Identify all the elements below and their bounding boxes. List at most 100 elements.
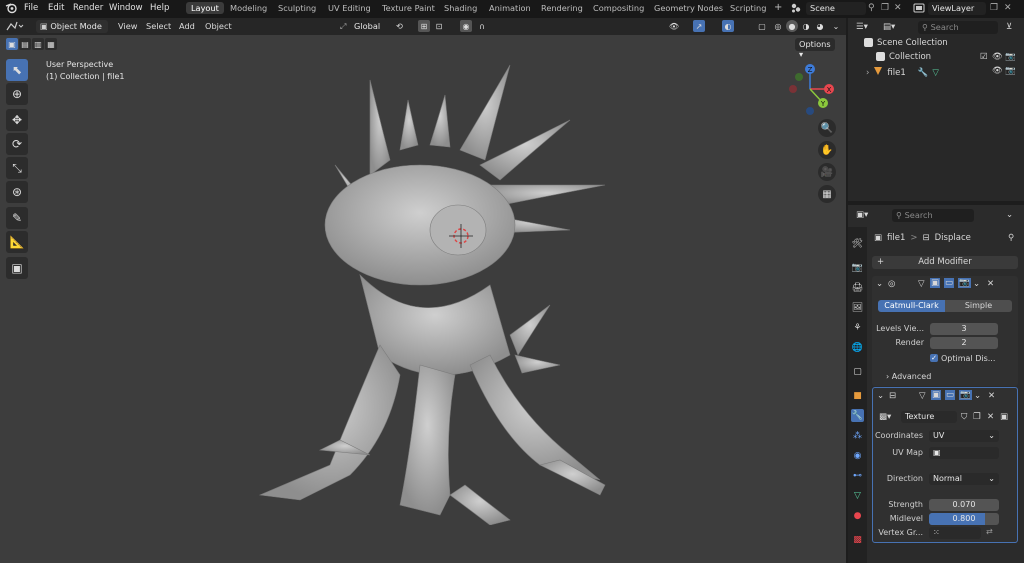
midlevel-slider[interactable]: 0.800 bbox=[929, 513, 999, 525]
add-workspace-button[interactable]: + bbox=[774, 2, 782, 13]
solid-shading-icon[interactable]: ● bbox=[786, 20, 798, 32]
tab-animation[interactable]: Animation bbox=[489, 3, 531, 13]
tab-uv-editing[interactable]: UV Editing bbox=[328, 3, 371, 13]
invert-vertex-group-icon[interactable]: ⇄ bbox=[986, 527, 993, 536]
cage-toggle-icon[interactable]: ▣ bbox=[931, 390, 942, 400]
copy-icon[interactable]: ❐ bbox=[881, 3, 889, 13]
collection-checkbox-icon[interactable]: ☑ bbox=[980, 52, 988, 62]
editmode-toggle-icon[interactable]: ▽ bbox=[918, 279, 925, 289]
properties-options-icon[interactable]: ⌄ bbox=[1006, 210, 1013, 220]
viewport-toggle-icon[interactable]: ▭ bbox=[945, 390, 956, 400]
output-tab-icon[interactable]: 🖨 bbox=[851, 281, 864, 294]
dropdown-icon[interactable]: ⌄ bbox=[974, 391, 981, 401]
constraints-tab-icon[interactable]: ⊷ bbox=[851, 469, 864, 482]
tab-texture-paint[interactable]: Texture Paint bbox=[382, 3, 435, 13]
collection-visibility-icon[interactable]: 👁 bbox=[992, 52, 1003, 62]
falloff-icon[interactable]: ∩ bbox=[476, 20, 488, 32]
render-toggle-icon[interactable]: 📷 bbox=[959, 390, 972, 400]
collection-tab-icon[interactable]: ▢ bbox=[851, 365, 864, 378]
object-tab-icon[interactable]: ■ bbox=[851, 389, 864, 402]
modifier-tab-icon[interactable]: 🔧 bbox=[851, 409, 864, 422]
collapse-chevron-icon[interactable]: ⌄ bbox=[876, 279, 883, 289]
physics-tab-icon[interactable]: ◉ bbox=[851, 449, 864, 462]
remove-modifier-icon[interactable]: ✕ bbox=[987, 279, 994, 289]
outliner-editor-icon[interactable]: ☰▾ bbox=[856, 22, 868, 32]
blender-logo-icon[interactable] bbox=[5, 2, 17, 17]
neg-x-axis-icon[interactable] bbox=[789, 85, 797, 93]
editmode-toggle-icon[interactable]: ▽ bbox=[919, 391, 926, 401]
shading-options-icon[interactable]: ⌄ bbox=[830, 20, 842, 32]
scene-selector[interactable]: Scene bbox=[806, 2, 866, 15]
tab-geometry-nodes[interactable]: Geometry Nodes bbox=[654, 3, 723, 13]
collection-render-icon[interactable]: 📷 bbox=[1005, 52, 1016, 62]
add-cube-tool-icon[interactable]: ▣ bbox=[6, 257, 28, 279]
tab-layout[interactable]: Layout bbox=[186, 2, 224, 14]
filter-icon[interactable]: ⊻ bbox=[1006, 22, 1012, 32]
gizmo-toggle-icon[interactable]: ↗ bbox=[693, 20, 705, 32]
move-tool-icon[interactable]: ✥ bbox=[6, 109, 28, 131]
add-modifier-button[interactable]: + Add Modifier bbox=[872, 256, 1018, 269]
texture-checker-icon[interactable]: ▩▾ bbox=[879, 412, 891, 422]
dropdown-icon[interactable]: ⌄ bbox=[973, 279, 980, 289]
viewport-toggle-icon[interactable]: ▭ bbox=[944, 278, 955, 288]
select-invert-icon[interactable]: ▦ bbox=[45, 38, 57, 50]
outliner-object-row[interactable]: › file1 🔧 ▽ bbox=[866, 66, 939, 79]
3d-viewport[interactable]: ▣ ▤ ▥ ▦ User Perspective (1) Collection … bbox=[0, 35, 846, 563]
neg-z-axis-icon[interactable] bbox=[806, 107, 814, 115]
proportional-edit-icon[interactable]: ◉ bbox=[460, 20, 472, 32]
fake-user-icon[interactable]: ⛉ bbox=[961, 412, 967, 422]
zoom-icon[interactable]: 🔍 bbox=[818, 119, 836, 137]
rotate-tool-icon[interactable]: ⟳ bbox=[6, 133, 28, 155]
filter-display-icon[interactable]: ▤▾ bbox=[883, 22, 895, 32]
tab-compositing[interactable]: Compositing bbox=[593, 3, 644, 13]
direction-dropdown[interactable]: Normal ⌄ bbox=[929, 473, 999, 485]
orientation-selector[interactable]: Global bbox=[350, 20, 390, 33]
select-new-icon[interactable]: ▣ bbox=[6, 38, 18, 50]
duplicate-texture-icon[interactable]: ❐ bbox=[973, 412, 981, 422]
navigation-gizmo[interactable]: Z X Y bbox=[785, 61, 835, 119]
select-box-tool-icon[interactable]: ⬉ bbox=[6, 59, 28, 81]
view-layer-icon[interactable] bbox=[913, 2, 925, 17]
add-menu[interactable]: Add bbox=[179, 21, 195, 31]
xray-icon[interactable]: ▢ bbox=[756, 20, 768, 32]
breadcrumb-object[interactable]: file1 bbox=[887, 233, 905, 243]
particles-tab-icon[interactable]: ⁂ bbox=[851, 429, 864, 442]
vertex-group-field[interactable]: ⁙ bbox=[929, 527, 981, 539]
scene-tab-icon[interactable]: ⚘ bbox=[851, 321, 864, 334]
tab-shading[interactable]: Shading bbox=[444, 3, 477, 13]
tool-tab-icon[interactable]: 🛠 bbox=[851, 237, 864, 250]
texture-selector[interactable]: Texture bbox=[901, 411, 957, 423]
mode-selector[interactable]: ▣ Object Mode bbox=[36, 20, 108, 33]
pan-hand-icon[interactable]: ✋ bbox=[818, 141, 836, 159]
menu-render[interactable]: Render bbox=[73, 3, 103, 13]
tab-sculpting[interactable]: Sculpting bbox=[278, 3, 316, 13]
strength-field[interactable]: 0.070 bbox=[929, 499, 999, 511]
view-menu[interactable]: View bbox=[118, 21, 137, 31]
editor-type-icon[interactable] bbox=[6, 20, 24, 34]
menu-help[interactable]: Help bbox=[150, 3, 169, 13]
view-layer-tab-icon[interactable]: 🖼 bbox=[851, 301, 864, 314]
object-menu[interactable]: Object bbox=[205, 21, 232, 31]
texture-browse-icon[interactable]: ▣ bbox=[1000, 412, 1008, 422]
tab-simple[interactable]: Simple bbox=[945, 300, 1012, 312]
properties-editor-icon[interactable]: ▣▾ bbox=[856, 210, 868, 220]
coordinates-dropdown[interactable]: UV ⌄ bbox=[929, 430, 999, 442]
expand-arrow-icon[interactable]: › bbox=[866, 68, 869, 78]
levels-viewport-field[interactable]: 3 bbox=[930, 323, 998, 335]
neg-y-axis-icon[interactable] bbox=[795, 73, 803, 81]
tab-scripting[interactable]: Scripting bbox=[730, 3, 766, 13]
render-levels-field[interactable]: 2 bbox=[930, 337, 998, 349]
camera-view-icon[interactable]: 🎥 bbox=[818, 163, 836, 181]
ortho-grid-icon[interactable]: ▦ bbox=[818, 185, 836, 203]
breadcrumb-modifier[interactable]: Displace bbox=[935, 233, 971, 243]
select-extend-icon[interactable]: ▤ bbox=[19, 38, 31, 50]
annotate-tool-icon[interactable]: ✎ bbox=[6, 207, 28, 229]
render-toggle-icon[interactable]: 📷 bbox=[958, 278, 971, 288]
cursor-tool-icon[interactable]: ⊕ bbox=[6, 83, 28, 105]
outliner-collection-row[interactable]: Collection bbox=[876, 52, 931, 62]
tab-rendering[interactable]: Rendering bbox=[541, 3, 583, 13]
wireframe-shading-icon[interactable]: ◎ bbox=[772, 20, 784, 32]
cage-toggle-icon[interactable]: ▣ bbox=[930, 278, 941, 288]
object-render-icon[interactable]: 📷 bbox=[1005, 66, 1016, 76]
copy-layer-icon[interactable]: ❐ bbox=[990, 3, 998, 13]
